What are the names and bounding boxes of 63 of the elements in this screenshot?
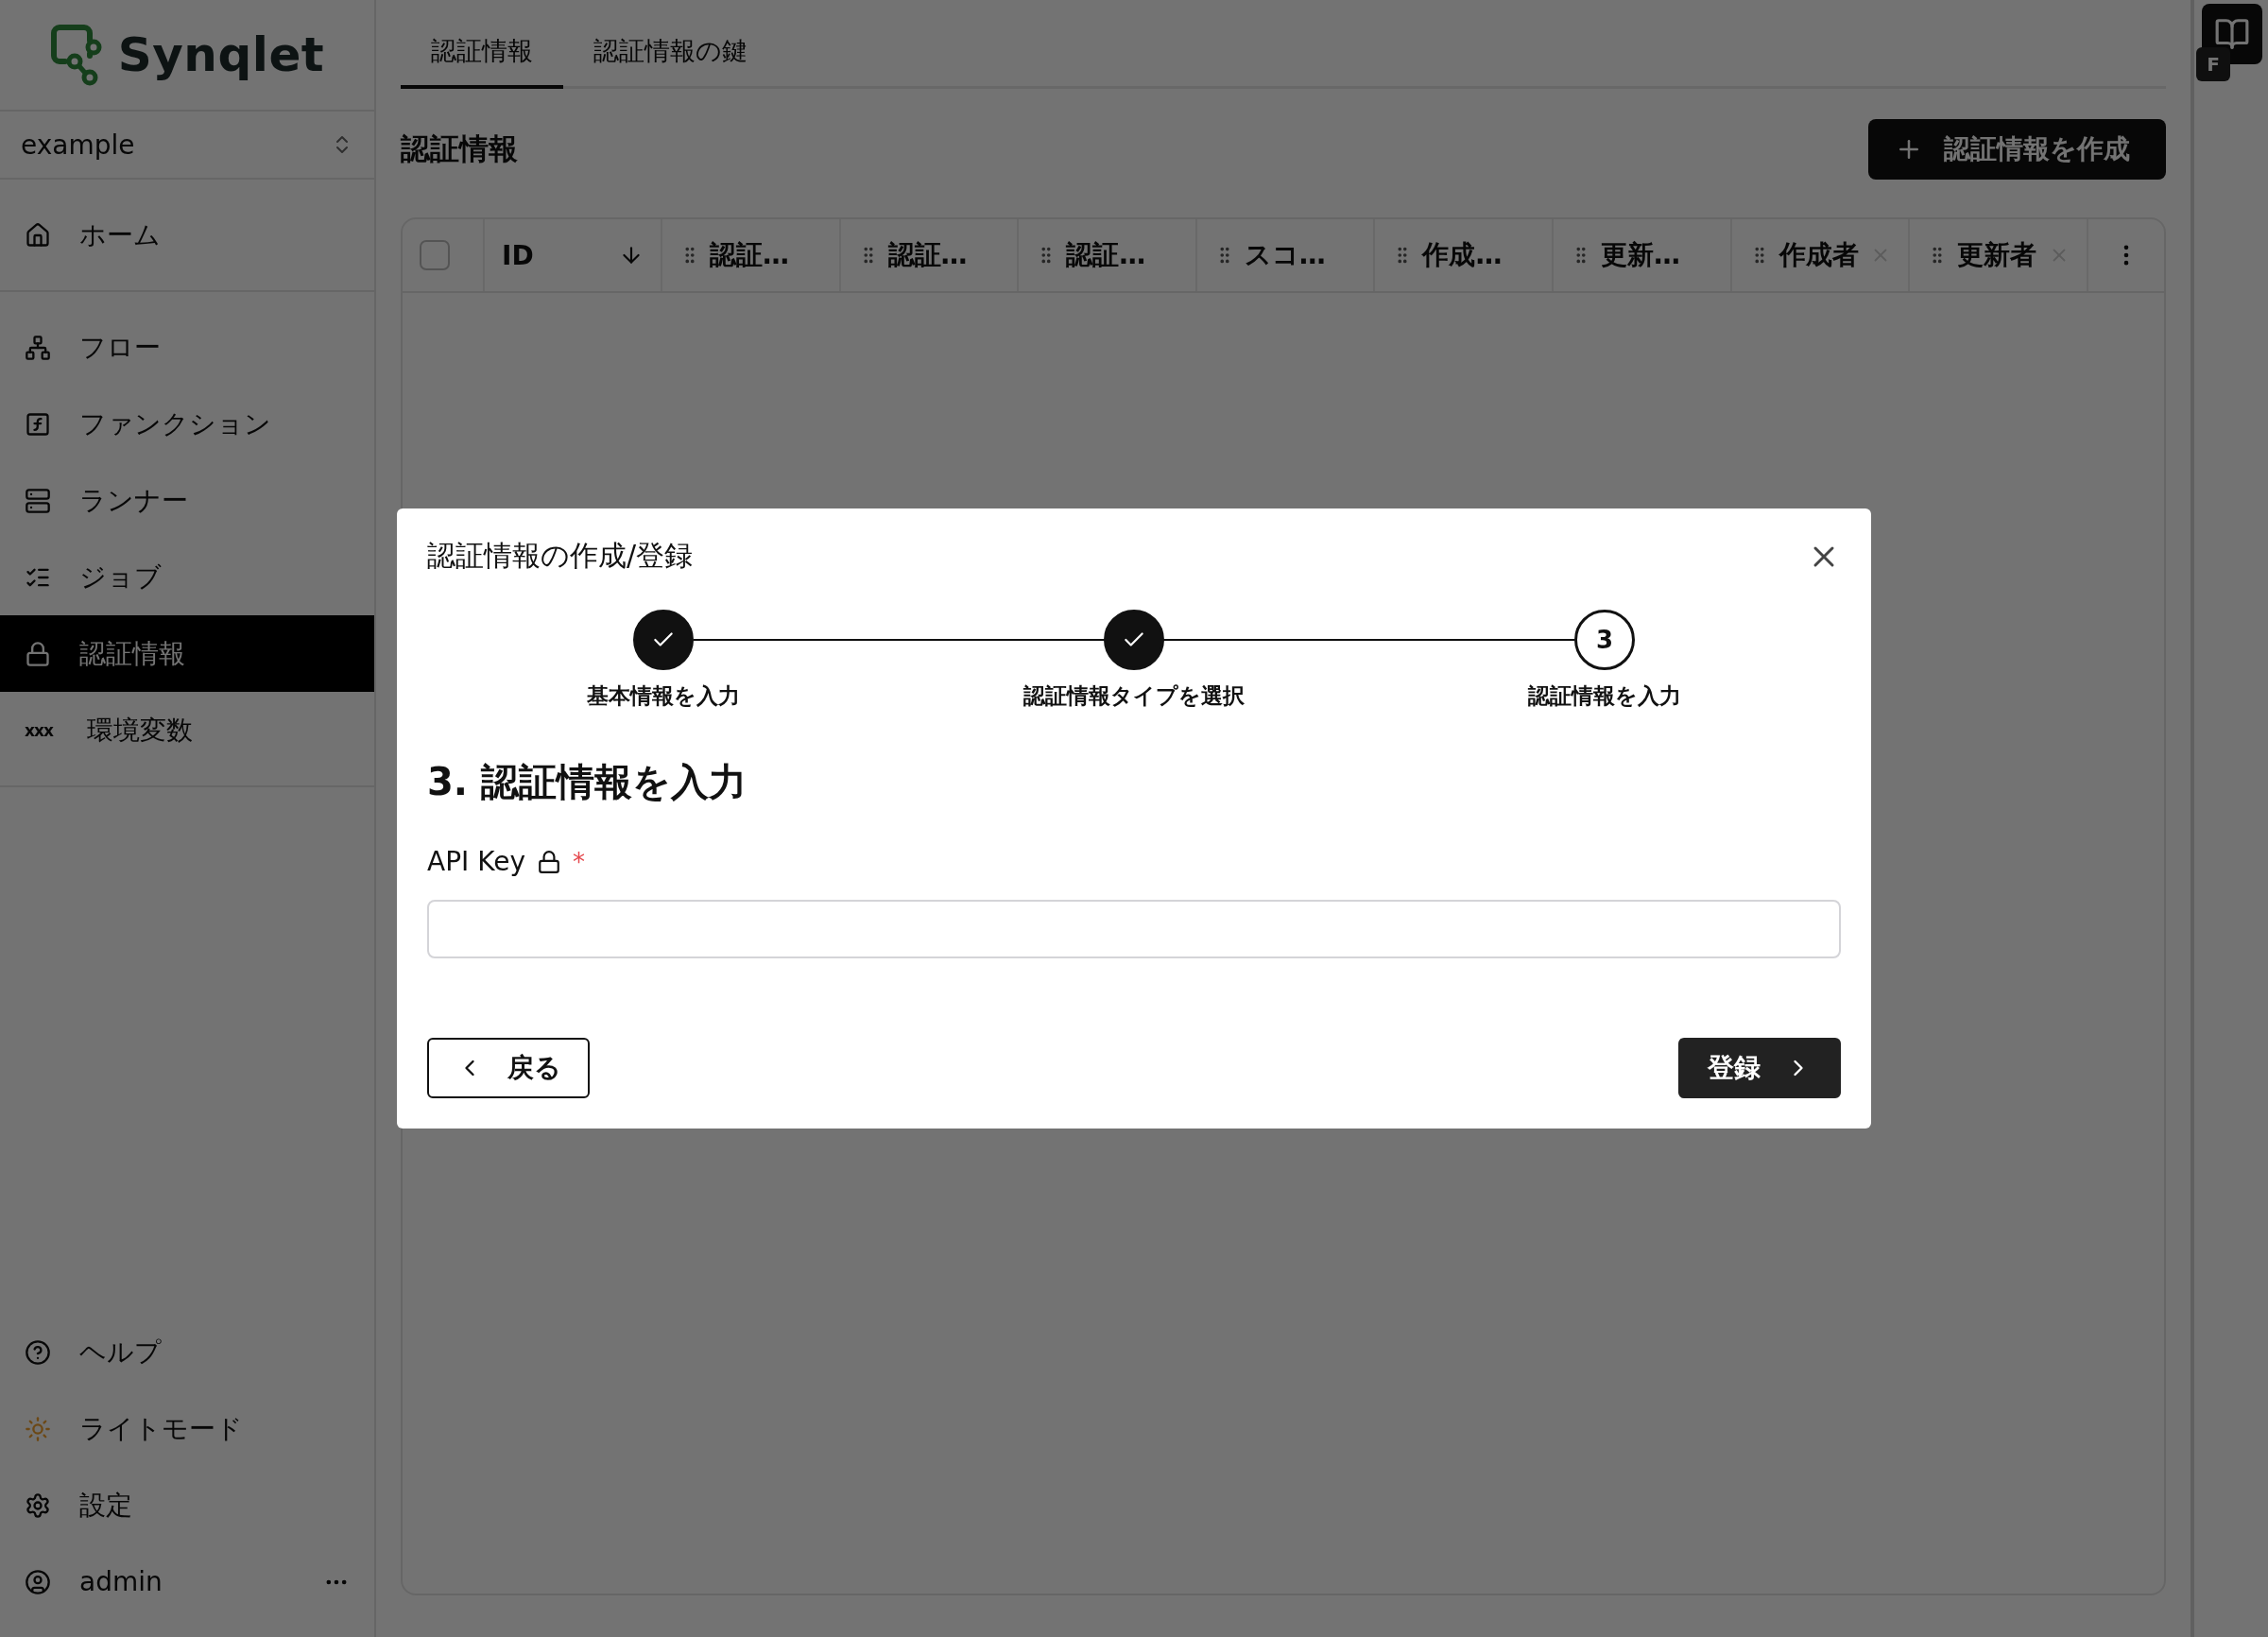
tab[interactable]: 認証情報 — [401, 25, 563, 89]
column-header[interactable]: スコ… — [1196, 219, 1376, 291]
column-title: 認証… — [710, 238, 790, 272]
nav-item[interactable]: admin — [0, 1543, 374, 1620]
checkbox[interactable] — [420, 240, 450, 270]
user-icon — [25, 1568, 51, 1595]
dialog-title: 認証情報の作成/登録 — [427, 538, 694, 574]
nav-item[interactable]: 設定 — [0, 1467, 374, 1543]
back-button[interactable]: 戻る — [427, 1038, 590, 1098]
column-title: 更新… — [1600, 238, 1681, 272]
step-heading: 3. 認証情報を入力 — [427, 759, 747, 805]
nav-label: 設定 — [79, 1488, 132, 1523]
variable-icon: xxx — [25, 719, 59, 741]
column-header[interactable]: 認証… — [1019, 219, 1197, 291]
nav-label: admin — [79, 1566, 163, 1597]
lock-icon — [25, 640, 51, 667]
column-title: 作成者 — [1778, 238, 1860, 272]
step-label: 認証情報タイプを選択 — [1023, 682, 1245, 710]
required-mark: * — [572, 847, 585, 876]
page-title: 認証情報 — [401, 130, 518, 167]
create-button[interactable]: 認証情報を作成 — [1868, 119, 2166, 180]
nav-item[interactable]: ファンクション — [0, 386, 374, 462]
column-header[interactable]: 作成… — [1375, 219, 1554, 291]
column-title: 更新者 — [1957, 238, 2038, 272]
column-title: 作成… — [1422, 238, 1503, 272]
nav-label: ライトモード — [79, 1411, 243, 1446]
help-icon — [25, 1338, 51, 1366]
column-title: ID — [502, 239, 535, 271]
nav-item[interactable]: ランナー — [0, 462, 374, 539]
workspace-select[interactable]: example — [0, 112, 374, 180]
column-header[interactable]: 更新者 — [1910, 219, 2088, 291]
column-header[interactable]: 更新… — [1553, 219, 1732, 291]
column-title: 認証… — [887, 238, 969, 272]
function-icon — [25, 410, 51, 438]
nav-item[interactable]: xxx 環境変数 — [0, 692, 374, 768]
column-header[interactable]: 作成者 — [1731, 219, 1911, 291]
column-header[interactable]: ID — [485, 219, 662, 291]
field-label: API Key — [427, 846, 525, 877]
step-label: 認証情報を入力 — [1528, 682, 1681, 710]
shortcut-badge: F — [2196, 47, 2230, 81]
sun-icon — [25, 1415, 51, 1442]
logo-text: Synqlet — [117, 27, 325, 82]
nav-label: ヘルプ — [79, 1335, 162, 1370]
nav-item[interactable]: ホーム — [0, 197, 374, 273]
settings-icon — [25, 1491, 51, 1519]
step-label: 基本情報を入力 — [587, 682, 740, 710]
nav-item[interactable]: フロー — [0, 309, 374, 386]
home-icon — [25, 221, 51, 249]
column-title: 認証… — [1066, 238, 1147, 272]
api-key-field[interactable] — [427, 900, 1841, 958]
column-header[interactable]: 認証… — [662, 219, 841, 291]
submit-button[interactable]: 登録 — [1678, 1038, 1841, 1098]
step-circle: 3 — [1574, 610, 1635, 670]
book-icon — [2214, 16, 2250, 52]
server-icon — [25, 487, 51, 514]
nav-item[interactable]: ジョブ — [0, 539, 374, 615]
column-title: スコ… — [1244, 238, 1327, 272]
hierarchy-icon — [25, 334, 51, 361]
nav-item[interactable]: ヘルプ — [0, 1314, 374, 1390]
nav-item[interactable]: 認証情報 — [0, 615, 374, 692]
tab[interactable]: 認証情報の鍵 — [563, 25, 778, 89]
nav-item[interactable]: ライトモード — [0, 1390, 374, 1467]
column-header[interactable]: 認証… — [840, 219, 1020, 291]
